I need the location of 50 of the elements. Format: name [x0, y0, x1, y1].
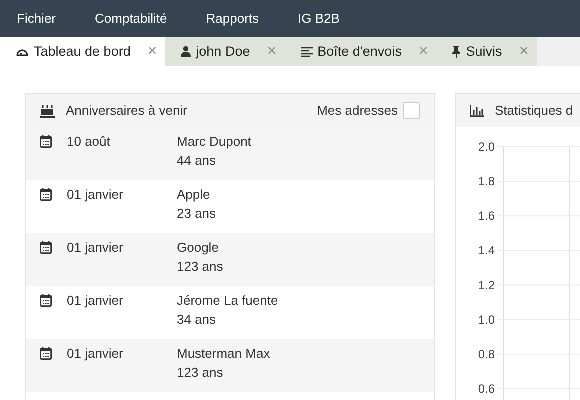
birthday-date: 01 janvier — [67, 240, 124, 257]
tab-label[interactable]: Tableau de bord — [34, 44, 131, 59]
checkbox[interactable] — [403, 102, 420, 119]
tab[interactable]: Suivis × — [436, 37, 537, 66]
menu-item[interactable]: Fichier — [17, 11, 56, 26]
contact-name: Google — [177, 240, 220, 255]
axis-tick-label: 1.2 — [478, 278, 495, 292]
checkbox-label: Mes adresses — [317, 103, 398, 118]
panel-title: Statistiques d — [495, 103, 574, 118]
age-text: 123 ans — [177, 259, 224, 274]
tab[interactable]: Boîte d'envois × — [284, 37, 436, 66]
calendar-icon — [40, 294, 52, 307]
calendar-icon — [40, 241, 52, 254]
axis-tick-label: 1.0 — [478, 312, 495, 327]
contact-name: Marc Dupont — [177, 134, 252, 149]
tab[interactable]: Tableau de bord × — [0, 37, 166, 66]
axis-tick-label: 0.8 — [478, 347, 495, 362]
age-text: 44 ans — [177, 153, 218, 168]
axis-tick-label: 0.6 — [478, 382, 495, 396]
axis-tick-label: 1.4 — [478, 244, 495, 258]
menu-item[interactable]: IG B2B — [298, 11, 340, 26]
menu-item[interactable]: Comptabilité — [95, 11, 168, 26]
birthday-date: 01 janvier — [67, 187, 124, 204]
user-icon — [181, 46, 192, 57]
close-icon[interactable]: × — [148, 42, 158, 60]
calendar-icon — [40, 347, 52, 360]
birthday-date: 10 août — [67, 134, 112, 151]
tab-label[interactable]: Suivis — [466, 44, 502, 59]
tab-label[interactable]: Boîte d'envois — [318, 44, 402, 59]
axis-tick-label: 2.0 — [478, 140, 495, 154]
contact-name: Jérome La fuente — [177, 293, 278, 308]
text-lines-icon — [300, 46, 313, 56]
tab-label[interactable]: john Doe — [196, 44, 250, 59]
axis-tick-label: 1.6 — [478, 209, 495, 224]
contact-name: Apple — [177, 187, 212, 202]
cake-icon — [40, 104, 55, 118]
bar-chart-icon — [470, 104, 484, 116]
age-text: 123 ans — [177, 365, 224, 380]
tab[interactable]: john Doe × — [165, 37, 285, 66]
axis-tick-label: 1.8 — [478, 174, 495, 189]
calendar-icon — [40, 188, 52, 201]
contact-name: Musterman Max — [177, 346, 270, 361]
age-text: 34 ans — [177, 312, 218, 327]
menu-item[interactable]: Rapports — [206, 11, 260, 26]
birthday-date: 01 janvier — [67, 346, 124, 363]
birthday-date: 01 janvier — [67, 293, 124, 310]
calendar-icon — [40, 135, 52, 148]
panel-title: Anniversaires à venir — [66, 103, 188, 118]
pin-icon — [452, 46, 462, 58]
age-text: 23 ans — [177, 206, 216, 221]
